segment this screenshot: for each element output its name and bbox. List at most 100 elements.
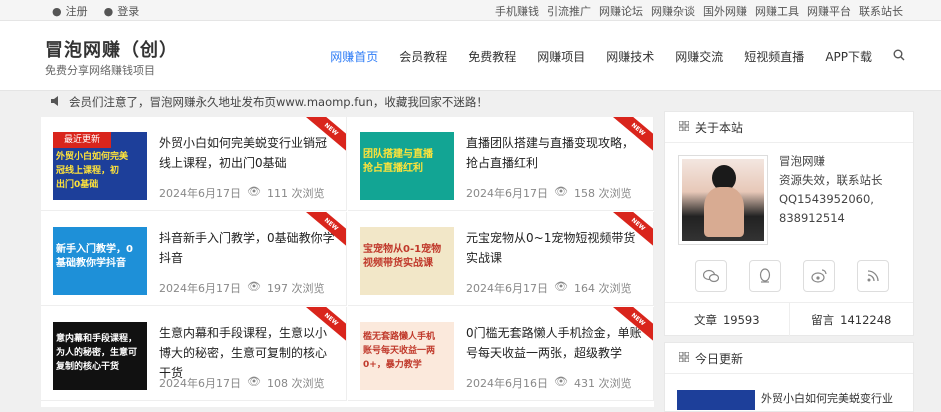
today-header: 今日更新: [665, 343, 913, 374]
social-icons: [695, 260, 889, 292]
grid-icon: [678, 120, 690, 134]
post-grid: 外贸小白如何完美 冠线上课程，初 出门0基础 最近更新 外贸小白如何完美蜕变行业销冠…: [41, 117, 654, 407]
eye-icon: 👁: [247, 280, 261, 293]
post-title[interactable]: 生意内幕和手段课程，生意以小博大的秘密，生意可复制的核心干货: [159, 323, 335, 383]
wechat-icon[interactable]: [695, 260, 727, 292]
about-widget: 关于本站 冒泡网赚 资源失效，联系站长 QQ1543952060, 838912…: [664, 111, 914, 337]
nav-item-projects[interactable]: 网赚项目: [537, 48, 585, 65]
about-name: 冒泡网赚: [779, 154, 825, 168]
post-card[interactable]: 团队搭建与直播 抢占直播红利 直播团队搭建与直播变现攻略，抢占直播红利 2024年…: [348, 117, 654, 211]
user-icon: ●: [52, 4, 62, 18]
post-card[interactable]: 新手入门教学，0 基础教你学抖音 抖音新手入门教学，0基础教你学抖音 2024年6…: [41, 212, 347, 306]
top-links: 手机赚钱 引流推广 网赚论坛 网赚杂谈 国外网赚 网赚工具 网赚平台 联系站长: [495, 3, 903, 19]
eye-icon: 👁: [247, 375, 261, 388]
top-bar: ● 注册 ● 登录 手机赚钱 引流推广 网赚论坛 网赚杂谈 国外网赚 网赚工具 网赚…: [0, 0, 941, 21]
post-meta: 2024年6月17日 👁 111 次浏览: [159, 185, 324, 201]
post-views: 108 次浏览: [266, 377, 325, 390]
post-date: 2024年6月16日: [466, 377, 548, 390]
articles-stat: 文章 19593: [665, 303, 790, 337]
site-header: 冒泡网赚（创） 免费分享网络赚钱项目 网赚首页 会员教程 免费教程 网赚项目 网…: [0, 21, 941, 91]
comments-label: 留言: [811, 313, 835, 327]
post-card[interactable]: 宝宠物从0-1宠物 视频带货实战课 元宝宠物从0~1宠物短视频带货实战课 2024…: [348, 212, 654, 306]
today-widget: 今日更新 外贸小白如何完美蜕变行业: [664, 342, 914, 412]
post-meta: 2024年6月16日 👁 431 次浏览: [466, 375, 631, 391]
post-title[interactable]: 抖音新手入门教学，0基础教你学抖音: [159, 228, 335, 268]
register-link[interactable]: ● 注册: [52, 3, 88, 19]
eye-icon: 👁: [247, 185, 261, 198]
today-thumbnail[interactable]: [677, 390, 755, 410]
nav-item-tech[interactable]: 网赚技术: [606, 48, 654, 65]
avatar: [678, 155, 768, 245]
post-thumbnail[interactable]: 团队搭建与直播 抢占直播红利: [360, 132, 454, 200]
post-card[interactable]: 槛无套路懒人手机 账号每天收益一两 0+，暴力教学 0门槛无套路懒人手机捡金，单账号…: [348, 307, 654, 401]
login-link[interactable]: ● 登录: [104, 3, 140, 19]
post-views: 111 次浏览: [266, 187, 325, 200]
top-link[interactable]: 网赚论坛: [599, 3, 643, 19]
post-title[interactable]: 0门槛无套路懒人手机捡金，单账号每天收益一两张，超级教学: [466, 323, 642, 363]
post-date: 2024年6月17日: [466, 187, 548, 200]
weibo-icon[interactable]: [803, 260, 835, 292]
site-stats: 文章 19593 留言 1412248: [665, 302, 913, 337]
eye-icon: 👁: [554, 185, 568, 198]
nav-item-exchange[interactable]: 网赚交流: [675, 48, 723, 65]
articles-count: 19593: [722, 313, 760, 327]
post-thumbnail[interactable]: 意内幕和手段课程， 为人的秘密，生意可 复制的核心干货: [53, 322, 147, 390]
post-date: 2024年6月17日: [466, 282, 548, 295]
about-line: QQ1543952060,: [779, 192, 874, 206]
about-info: 冒泡网赚 资源失效，联系站长 QQ1543952060, 838912514: [779, 152, 883, 228]
login-label[interactable]: 登录: [117, 3, 139, 19]
grid-icon: [678, 351, 690, 365]
post-thumbnail[interactable]: 新手入门教学，0 基础教你学抖音: [53, 227, 147, 295]
post-date: 2024年6月17日: [159, 282, 241, 295]
eye-icon: 👁: [554, 280, 568, 293]
top-link[interactable]: 联系站长: [859, 3, 903, 19]
post-views: 158 次浏览: [573, 187, 632, 200]
nav-item-free[interactable]: 免费教程: [468, 48, 516, 65]
nav-item-home[interactable]: 网赚首页: [330, 48, 378, 65]
post-thumbnail[interactable]: 宝宠物从0-1宠物 视频带货实战课: [360, 227, 454, 295]
post-title[interactable]: 外贸小白如何完美蜕变行业销冠线上课程，初出门0基础: [159, 133, 335, 173]
top-link[interactable]: 国外网赚: [703, 3, 747, 19]
post-views: 431 次浏览: [573, 377, 632, 390]
nav-item-member[interactable]: 会员教程: [399, 48, 447, 65]
post-card[interactable]: 意内幕和手段课程， 为人的秘密，生意可 复制的核心干货 生意内幕和手段课程，生意以小…: [41, 307, 347, 401]
top-link[interactable]: 手机赚钱: [495, 3, 539, 19]
top-link[interactable]: 网赚工具: [755, 3, 799, 19]
post-date: 2024年6月17日: [159, 187, 241, 200]
qq-icon[interactable]: [749, 260, 781, 292]
notice-bar: 会员们注意了，冒泡网赚永久地址发布页www.maomp.fun，收藏我回家不迷路…: [50, 94, 488, 110]
post-meta: 2024年6月17日 👁 108 次浏览: [159, 375, 324, 391]
site-subtitle: 免费分享网络赚钱项目: [45, 64, 155, 77]
about-header: 关于本站: [665, 112, 913, 143]
post-title[interactable]: 直播团队搭建与直播变现攻略，抢占直播红利: [466, 133, 642, 173]
top-link[interactable]: 网赚平台: [807, 3, 851, 19]
about-line: 资源失效，联系站长: [779, 173, 883, 187]
post-thumbnail[interactable]: 槛无套路懒人手机 账号每天收益一两 0+，暴力教学: [360, 322, 454, 390]
top-link[interactable]: 引流推广: [547, 3, 591, 19]
latest-badge: 最近更新: [53, 132, 111, 148]
post-date: 2024年6月17日: [159, 377, 241, 390]
nav-item-video[interactable]: 短视频直播: [744, 48, 804, 65]
today-title: 今日更新: [695, 351, 744, 366]
nav-item-app[interactable]: APP下载: [825, 48, 872, 65]
about-title: 关于本站: [695, 120, 744, 135]
post-meta: 2024年6月17日 👁 164 次浏览: [466, 280, 631, 296]
articles-label: 文章: [693, 313, 717, 327]
comments-count: 1412248: [840, 313, 892, 327]
post-meta: 2024年6月17日 👁 197 次浏览: [159, 280, 324, 296]
user-icon: ●: [103, 4, 114, 18]
today-item-title[interactable]: 外贸小白如何完美蜕变行业: [761, 390, 893, 406]
top-link[interactable]: 网赚杂谈: [651, 3, 695, 19]
notice-text: 会员们注意了，冒泡网赚永久地址发布页www.maomp.fun，收藏我回家不迷路…: [69, 95, 488, 109]
post-views: 197 次浏览: [266, 282, 325, 295]
rss-icon[interactable]: [857, 260, 889, 292]
post-views: 164 次浏览: [573, 282, 632, 295]
register-label[interactable]: 注册: [66, 3, 88, 19]
main-nav: 网赚首页 会员教程 免费教程 网赚项目 网赚技术 网赚交流 短视频直播 APP下…: [330, 48, 905, 65]
search-icon[interactable]: [893, 49, 905, 64]
eye-icon: 👁: [554, 375, 568, 388]
about-line: 838912514: [779, 211, 845, 225]
site-title[interactable]: 冒泡网赚（创）: [45, 36, 178, 62]
post-title[interactable]: 元宝宠物从0~1宠物短视频带货实战课: [466, 228, 642, 268]
post-card[interactable]: 外贸小白如何完美 冠线上课程，初 出门0基础 最近更新 外贸小白如何完美蜕变行业销冠…: [41, 117, 347, 211]
